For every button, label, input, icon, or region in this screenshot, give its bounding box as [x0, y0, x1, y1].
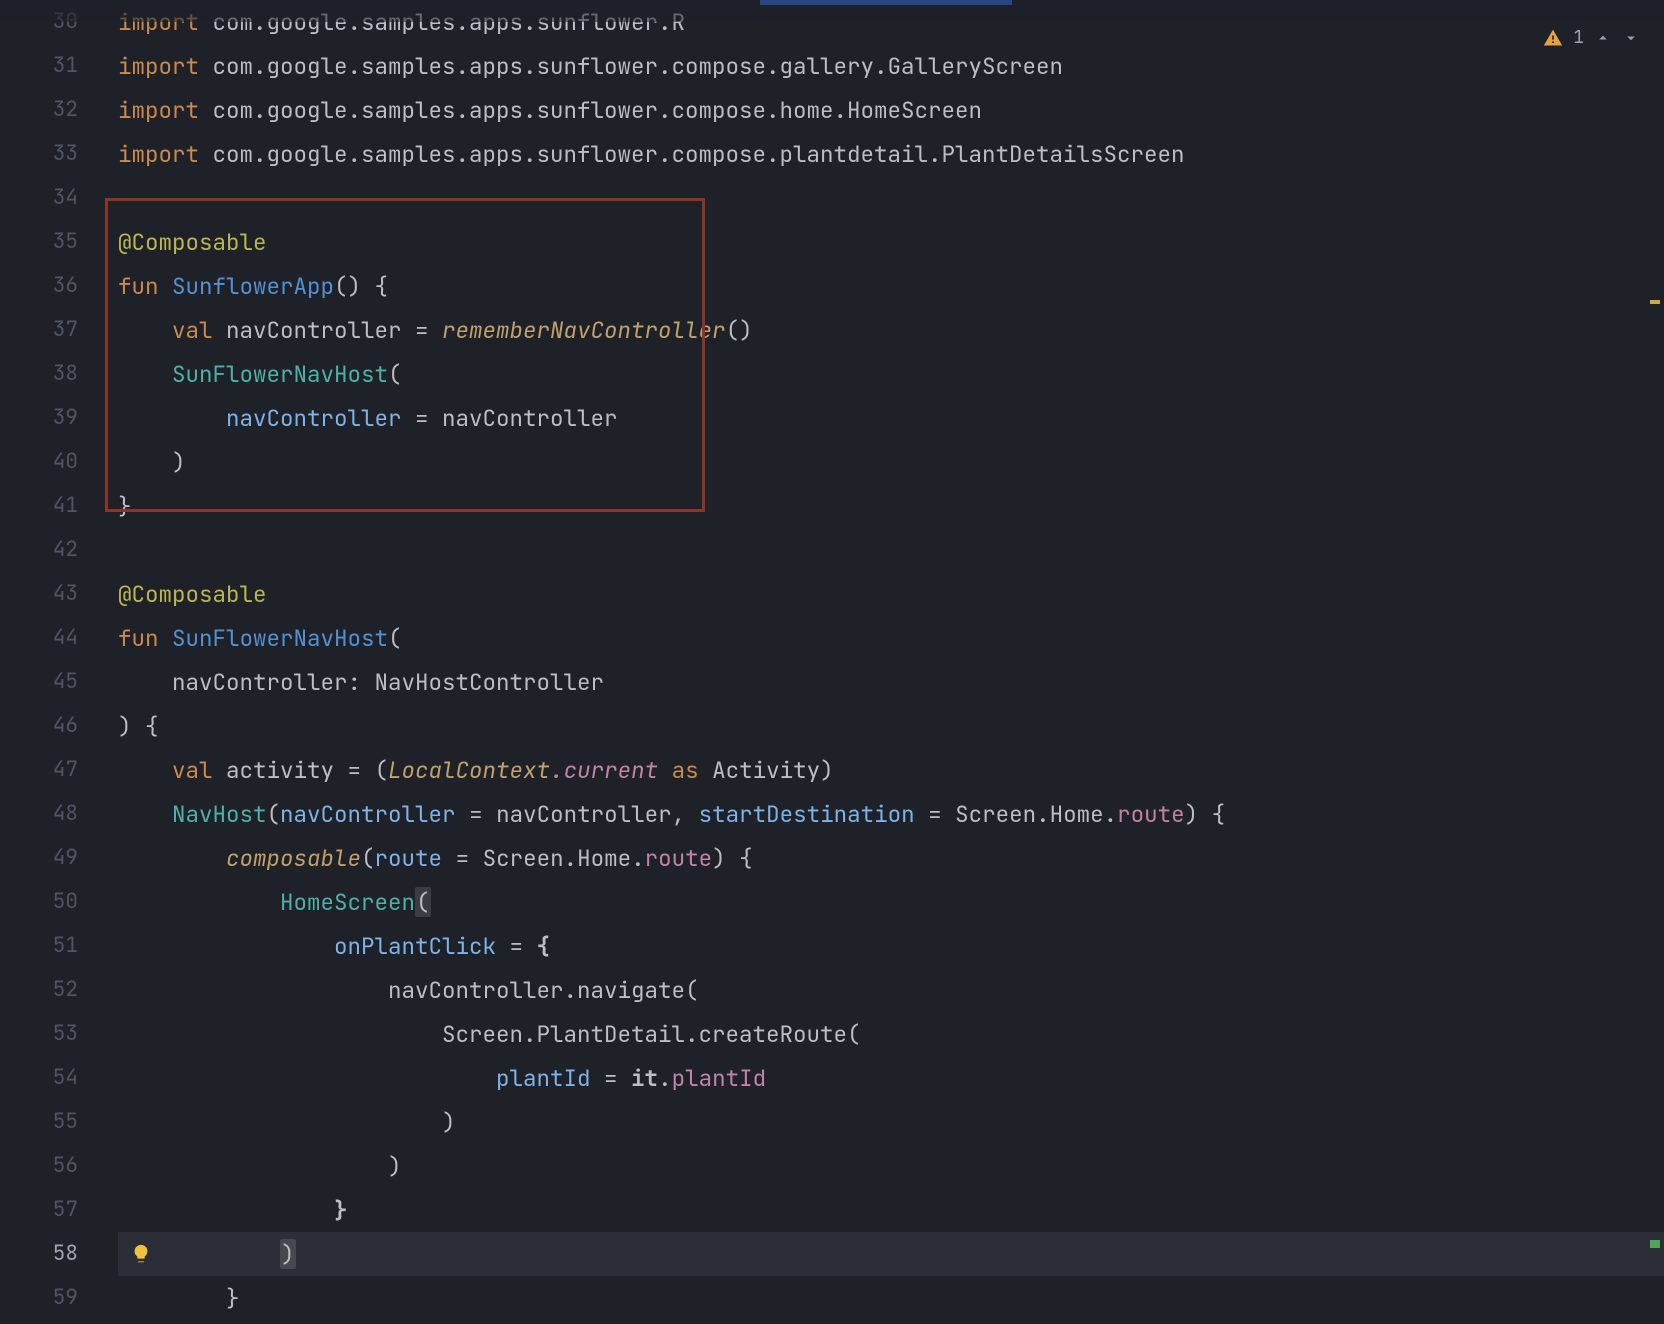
line-number[interactable]: 46 — [0, 704, 110, 748]
code-line[interactable]: import com.google.samples.apps.sunflower… — [118, 132, 1664, 176]
lightbulb-icon[interactable] — [130, 1242, 152, 1264]
line-number[interactable]: 39 — [0, 396, 110, 440]
code-line[interactable]: ) — [118, 440, 1664, 484]
inspection-widget[interactable]: 1 — [1543, 26, 1640, 49]
code-line[interactable]: @Composable — [118, 220, 1664, 264]
line-number[interactable]: 59 — [0, 1276, 110, 1320]
line-number[interactable]: 42 — [0, 528, 110, 572]
code-line[interactable]: val navController = rememberNavControlle… — [118, 308, 1664, 352]
warning-marker[interactable] — [1650, 300, 1660, 304]
scroll-clip-bottom — [0, 1316, 1664, 1324]
code-line[interactable]: } — [118, 1188, 1664, 1232]
error-stripe[interactable] — [1648, 0, 1662, 1324]
code-line[interactable]: fun SunFlowerNavHost( — [118, 616, 1664, 660]
code-line[interactable]: ) — [118, 1144, 1664, 1188]
code-line[interactable]: } — [118, 484, 1664, 528]
code-line[interactable] — [118, 528, 1664, 572]
line-number[interactable]: 45 — [0, 660, 110, 704]
line-number[interactable]: 30 — [0, 0, 110, 44]
warning-icon — [1543, 28, 1563, 48]
code-line[interactable]: onPlantClick = { — [118, 924, 1664, 968]
code-area[interactable]: import com.google.samples.apps.sunflower… — [110, 0, 1664, 1324]
code-line-current[interactable]: ) — [118, 1232, 1664, 1276]
line-number[interactable]: 53 — [0, 1012, 110, 1056]
line-number[interactable]: 35 — [0, 220, 110, 264]
code-line[interactable]: ) { — [118, 704, 1664, 748]
chevron-up-icon[interactable] — [1594, 29, 1612, 47]
code-line[interactable]: SunFlowerNavHost( — [118, 352, 1664, 396]
line-number[interactable]: 40 — [0, 440, 110, 484]
line-number[interactable]: 47 — [0, 748, 110, 792]
line-number[interactable]: 58 — [0, 1232, 110, 1276]
line-number[interactable]: 31 — [0, 44, 110, 88]
caret-marker[interactable] — [1650, 1240, 1660, 1248]
code-line[interactable]: composable(route = Screen.Home.route) { — [118, 836, 1664, 880]
line-number[interactable]: 34 — [0, 176, 110, 220]
line-number[interactable]: 55 — [0, 1100, 110, 1144]
code-line[interactable]: navController = navController — [118, 396, 1664, 440]
code-line[interactable] — [118, 176, 1664, 220]
code-line[interactable]: @Composable — [118, 572, 1664, 616]
line-number[interactable]: 51 — [0, 924, 110, 968]
code-line[interactable]: ) — [118, 1100, 1664, 1144]
line-number[interactable]: 49 — [0, 836, 110, 880]
line-number[interactable]: 41 — [0, 484, 110, 528]
line-number[interactable]: 50 — [0, 880, 110, 924]
line-number[interactable]: 36 — [0, 264, 110, 308]
line-number[interactable]: 57 — [0, 1188, 110, 1232]
code-line[interactable]: fun SunflowerApp() { — [118, 264, 1664, 308]
code-line[interactable]: import com.google.samples.apps.sunflower… — [118, 88, 1664, 132]
line-number[interactable]: 54 — [0, 1056, 110, 1100]
chevron-down-icon[interactable] — [1622, 29, 1640, 47]
code-line[interactable]: navController.navigate( — [118, 968, 1664, 1012]
line-number[interactable]: 44 — [0, 616, 110, 660]
line-number[interactable]: 32 — [0, 88, 110, 132]
line-number[interactable]: 52 — [0, 968, 110, 1012]
line-number[interactable]: 37 — [0, 308, 110, 352]
code-line[interactable]: import com.google.samples.apps.sunflower… — [118, 0, 1664, 44]
code-line[interactable]: import com.google.samples.apps.sunflower… — [118, 44, 1664, 88]
warning-count: 1 — [1573, 26, 1584, 49]
code-line[interactable]: plantId = it.plantId — [118, 1056, 1664, 1100]
code-line[interactable]: HomeScreen( — [118, 880, 1664, 924]
line-number[interactable]: 33 — [0, 132, 110, 176]
code-line[interactable]: NavHost(navController = navController, s… — [118, 792, 1664, 836]
line-number[interactable]: 38 — [0, 352, 110, 396]
code-line[interactable]: val activity = (LocalContext.current as … — [118, 748, 1664, 792]
code-editor[interactable]: 30 31 32 33 34 35 36 37 38 39 40 41 42 4… — [0, 0, 1664, 1324]
line-number-gutter[interactable]: 30 31 32 33 34 35 36 37 38 39 40 41 42 4… — [0, 0, 110, 1324]
line-number[interactable]: 48 — [0, 792, 110, 836]
code-line[interactable]: Screen.PlantDetail.createRoute( — [118, 1012, 1664, 1056]
line-number[interactable]: 56 — [0, 1144, 110, 1188]
code-line[interactable]: } — [118, 1276, 1664, 1320]
line-number[interactable]: 43 — [0, 572, 110, 616]
code-line[interactable]: navController: NavHostController — [118, 660, 1664, 704]
